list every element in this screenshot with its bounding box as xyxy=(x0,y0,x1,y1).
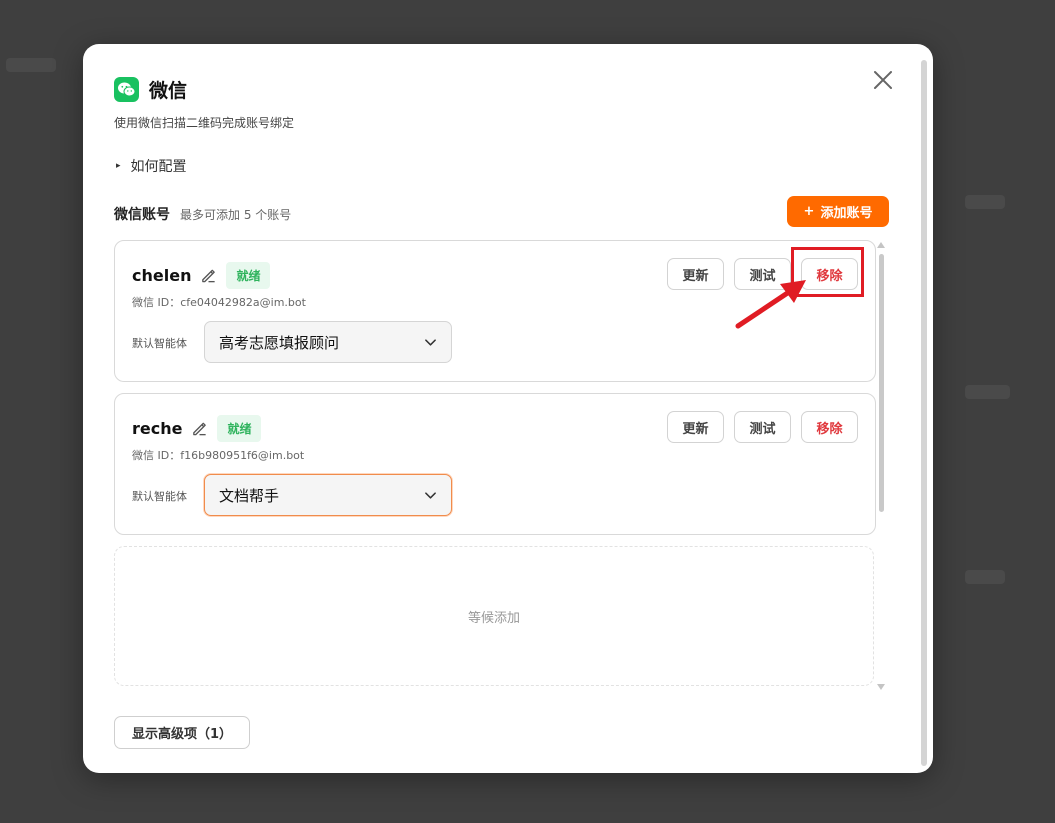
edit-icon[interactable] xyxy=(200,267,217,284)
how-to-configure-toggle[interactable]: ▸ 如何配置 xyxy=(116,156,187,176)
account-name: chelen xyxy=(132,266,192,285)
wechat-id: 微信 ID：cfe04042982a@im.bot xyxy=(132,294,306,310)
update-button[interactable]: 更新 xyxy=(667,411,724,443)
dialog-scrollbar[interactable] xyxy=(921,60,927,766)
expand-triangle-icon: ▸ xyxy=(116,161,121,171)
wechat-id-value: cfe04042982a@im.bot xyxy=(180,296,306,309)
show-advanced-button[interactable]: 显示高级项（1） xyxy=(114,716,250,749)
wechat-id-label: 微信 ID： xyxy=(132,296,181,309)
chevron-down-icon xyxy=(425,491,436,499)
background-text-block xyxy=(965,195,1005,209)
account-list-scrollbar[interactable] xyxy=(876,240,886,692)
annotation-arrow-icon xyxy=(735,280,806,329)
add-account-button[interactable]: + 添加账号 xyxy=(787,196,889,227)
default-agent-value: 高考志愿填报顾问 xyxy=(219,333,340,352)
default-agent-value: 文档帮手 xyxy=(219,486,280,505)
accounts-header: 微信账号 最多可添加 5 个账号 xyxy=(114,204,291,224)
chevron-down-icon xyxy=(425,338,436,346)
dialog-title: 微信 xyxy=(149,80,188,102)
pending-account-slot: 等候添加 xyxy=(114,546,874,686)
dialog-subtitle: 使用微信扫描二维码完成账号绑定 xyxy=(114,116,295,130)
plus-icon: + xyxy=(803,204,815,219)
wechat-id-label: 微信 ID： xyxy=(132,449,181,462)
default-agent-label: 默认智能体 xyxy=(132,337,187,350)
how-to-configure-label: 如何配置 xyxy=(130,159,187,175)
pending-text: 等候添加 xyxy=(467,610,520,626)
edit-icon[interactable] xyxy=(191,420,208,437)
background-text-block xyxy=(965,385,1010,399)
default-agent-label: 默认智能体 xyxy=(132,490,187,503)
remove-button[interactable]: 移除 xyxy=(801,411,858,443)
dialog-header: 微信 xyxy=(114,76,187,103)
status-badge: 就绪 xyxy=(217,415,262,442)
wechat-dialog: 微信 使用微信扫描二维码完成账号绑定 ▸ 如何配置 微信账号 最多可添加 5 个… xyxy=(83,44,933,773)
account-name: reche xyxy=(132,419,183,438)
account-header: chelen 就绪 xyxy=(132,262,271,289)
wechat-icon xyxy=(114,77,139,102)
account-header: reche 就绪 xyxy=(132,415,262,442)
close-icon[interactable] xyxy=(871,68,895,92)
scroll-up-icon[interactable] xyxy=(877,242,885,248)
update-button[interactable]: 更新 xyxy=(667,258,724,290)
add-account-label: 添加账号 xyxy=(820,206,873,221)
account-card: reche 就绪 微信 ID：f16b980951f6@im.bot 默认智能体… xyxy=(114,393,876,535)
default-agent-select[interactable]: 高考志愿填报顾问 xyxy=(204,321,452,363)
accounts-label: 微信账号 xyxy=(114,207,170,223)
background-text-block xyxy=(965,570,1005,584)
accounts-hint: 最多可添加 5 个账号 xyxy=(180,208,292,222)
wechat-id: 微信 ID：f16b980951f6@im.bot xyxy=(132,447,304,463)
account-actions: 更新 测试 移除 xyxy=(667,411,858,443)
test-button[interactable]: 测试 xyxy=(734,411,791,443)
wechat-id-value: f16b980951f6@im.bot xyxy=(180,449,305,462)
status-badge: 就绪 xyxy=(226,262,271,289)
scroll-down-icon[interactable] xyxy=(877,684,885,690)
scroll-thumb[interactable] xyxy=(879,254,884,512)
default-agent-select[interactable]: 文档帮手 xyxy=(204,474,452,516)
background-text-block xyxy=(6,58,56,72)
